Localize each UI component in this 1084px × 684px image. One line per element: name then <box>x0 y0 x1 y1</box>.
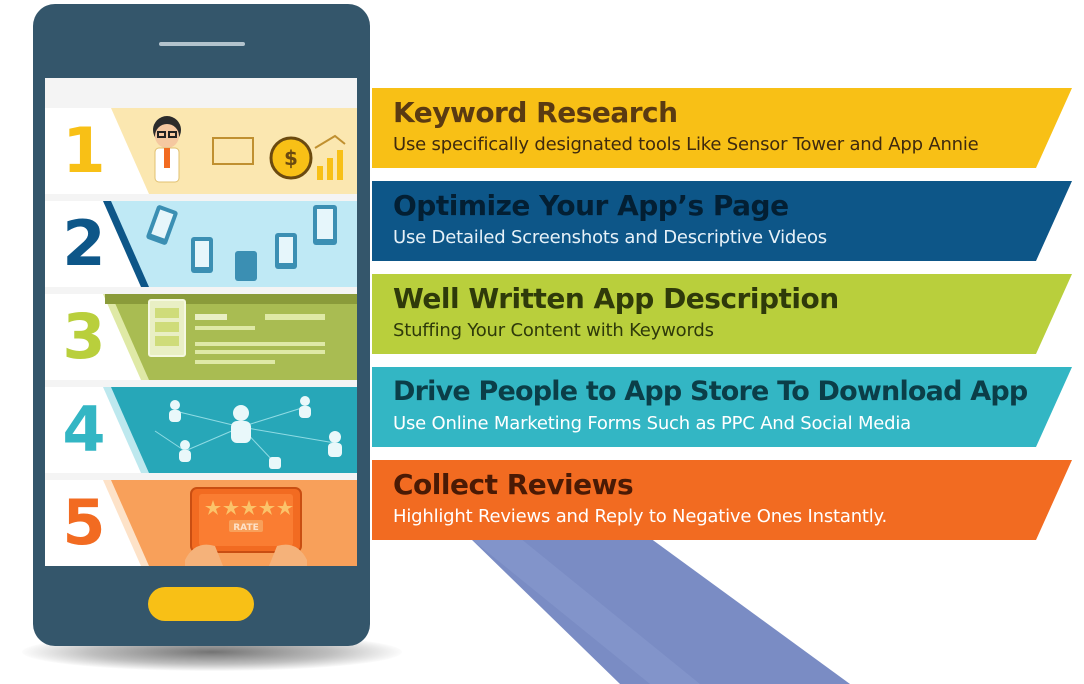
step-description-3: Stuffing Your Content with Keywords <box>393 320 714 341</box>
screen-step-3: 3 <box>45 294 357 380</box>
step-title-2: Optimize Your App’s Page <box>393 189 789 222</box>
smartphones-icon <box>103 201 357 287</box>
step-description-2: Use Detailed Screenshots and Descriptive… <box>393 227 827 248</box>
step-title-5: Collect Reviews <box>393 468 634 501</box>
step-title-4: Drive People to App Store To Download Ap… <box>393 376 1028 407</box>
step-title-3: Well Written App Description <box>393 282 839 315</box>
speaker-slot <box>159 42 245 46</box>
screen-step-4: 4 <box>45 387 357 473</box>
step-description-1: Use specifically designated tools Like S… <box>393 134 979 155</box>
screen-step-2: 2 <box>45 201 357 287</box>
step-description-4: Use Online Marketing Forms Such as PPC A… <box>393 413 912 434</box>
svg-text:$: $ <box>284 146 298 170</box>
screen-step-5: 5 RATE <box>45 480 357 566</box>
screen-step-1: 1 $ <box>45 108 357 194</box>
network-people-icon <box>103 387 357 473</box>
keyword-research-icon: $ <box>103 108 357 194</box>
app-description-icon <box>103 294 357 380</box>
rating-label: RATE <box>233 523 258 533</box>
rating-tablet-icon: RATE <box>103 480 357 566</box>
step-description-5: Highlight Reviews and Reply to Negative … <box>393 506 887 527</box>
smartphone: 1 $ 2 3 4 5 RATE <box>33 4 370 646</box>
step-title-1: Keyword Research <box>393 96 678 129</box>
home-button <box>148 587 254 621</box>
phone-screen: 1 $ 2 3 4 5 RATE <box>45 78 357 566</box>
